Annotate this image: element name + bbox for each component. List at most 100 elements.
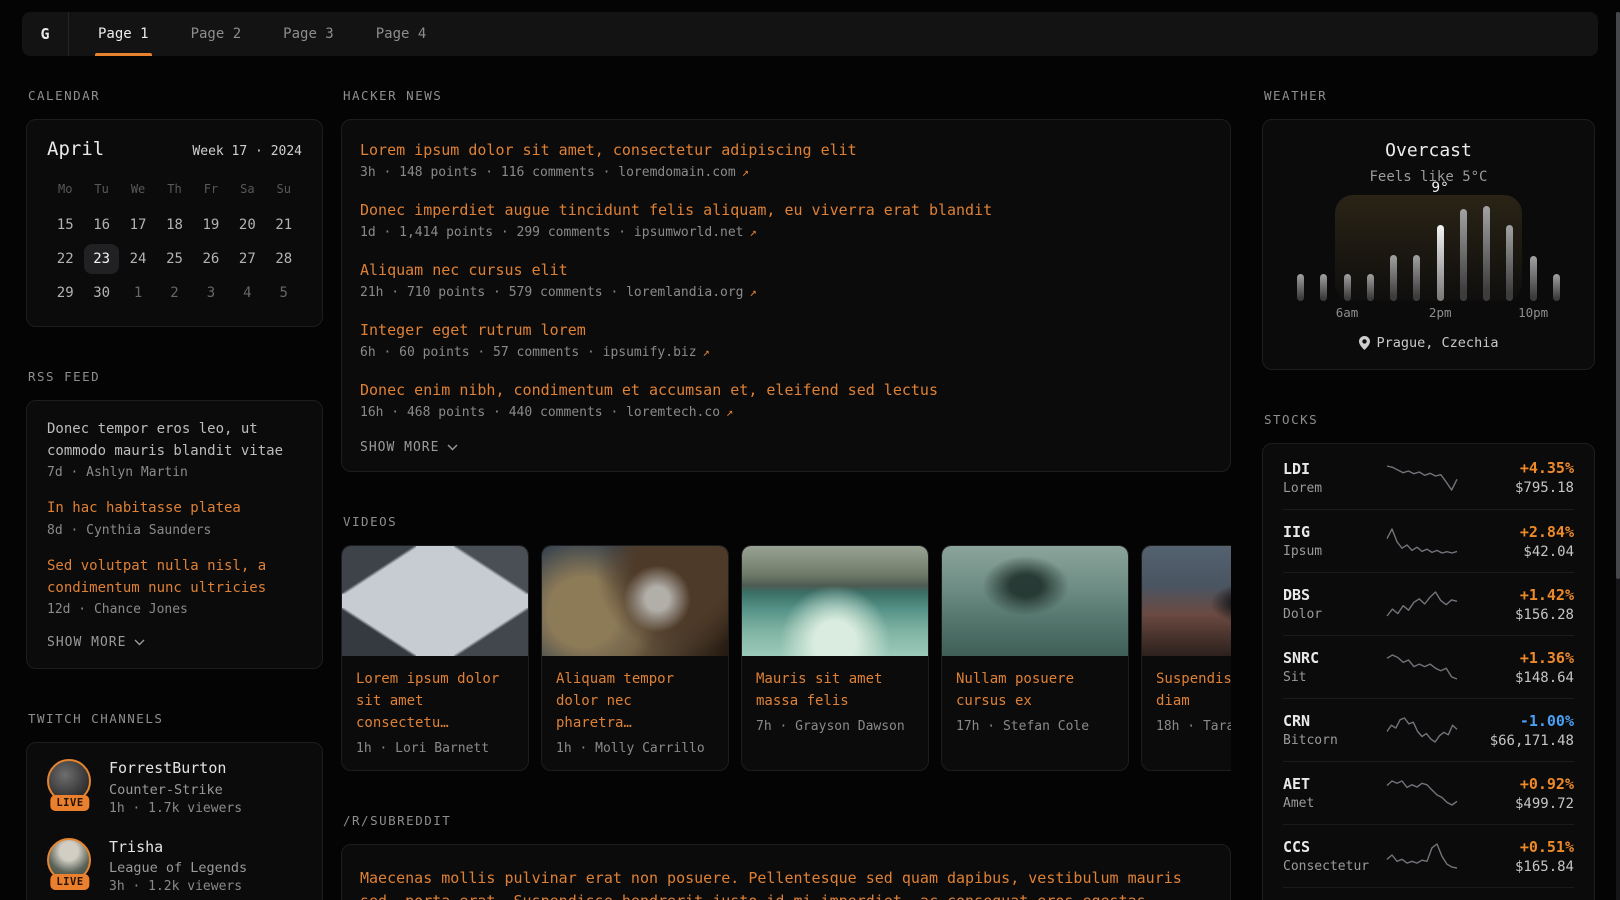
video-card[interactable]: Lorem ipsum dolor sit amet consectetu…1h… — [341, 545, 529, 771]
nav-tab-page-3[interactable]: Page 3 — [280, 12, 337, 56]
calendar-day: 28 — [267, 244, 301, 274]
stock-change: +0.51% — [1464, 838, 1574, 856]
stock-sparkline — [1385, 589, 1459, 619]
video-card[interactable]: Suspendisse tempor diam 18h · Tara Hall — [1141, 545, 1231, 771]
show-more-button[interactable]: SHOW MORE — [360, 440, 1212, 455]
show-more-label: SHOW MORE — [47, 635, 126, 650]
subreddit-card: Maecenas mollis pulvinar erat non posuer… — [341, 844, 1231, 900]
weather-bar-slot — [1390, 203, 1397, 301]
twitch-channel-forrestburton[interactable]: LIVEForrestBurtonCounter-Strike1h · 1.7k… — [47, 759, 302, 816]
stock-row-iig[interactable]: IIGIpsum+2.84%$42.04 — [1283, 509, 1574, 572]
stocks-section-label: STOCKS — [1264, 412, 1595, 427]
rss-item-title[interactable]: In hac habitasse platea — [47, 498, 302, 520]
stock-row-snrc[interactable]: SNRCSit+1.36%$148.64 — [1283, 635, 1574, 698]
rss-widget: RSS FEED Donec tempor eros leo, ut commo… — [26, 369, 323, 669]
calendar-day: 29 — [48, 278, 82, 308]
weather-widget: WEATHER Overcast Feels like 5°C 9° 6am2p… — [1262, 88, 1595, 370]
hackernews-item-meta: 3h · 148 points · 116 comments · loremdo… — [360, 165, 1212, 180]
stock-sparkline — [1385, 463, 1459, 493]
rss-item-title[interactable]: Sed volutpat nulla nisl, a condimentum n… — [47, 556, 302, 599]
stock-sparkline — [1385, 652, 1459, 682]
video-title[interactable]: Suspendisse tempor diam — [1156, 671, 1231, 709]
stock-ticker: LDI — [1283, 460, 1379, 478]
weather-bar-slot — [1460, 203, 1467, 301]
subreddit-post-title[interactable]: Maecenas mollis pulvinar erat non posuer… — [360, 867, 1210, 900]
weather-card: Overcast Feels like 5°C 9° 6am2pm10pm Pr… — [1262, 119, 1595, 370]
weather-bar — [1413, 255, 1420, 301]
stock-row-crn[interactable]: CRNBitcorn-1.00%$66,171.48 — [1283, 698, 1574, 761]
stock-row-ccs[interactable]: CCSConsectetur+0.51%$165.84 — [1283, 824, 1574, 887]
calendar-day-selected: 23 — [84, 244, 118, 274]
calendar-day: 27 — [230, 244, 264, 274]
stock-name: Consectetur — [1283, 859, 1379, 874]
stock-identity: CCS Consectetur — [1283, 838, 1379, 874]
video-card[interactable]: Nullam posuere cursus ex 17h · Stefan Col… — [941, 545, 1129, 771]
calendar-day: 20 — [230, 210, 264, 240]
twitch-widget: TWITCH CHANNELS LIVEForrestBurtonCounter… — [26, 711, 323, 900]
rss-item-meta: 7d · Ashlyn Martin — [47, 465, 302, 480]
video-title[interactable]: Aliquam tempor dolor nec pharetra… — [556, 671, 674, 731]
stock-identity: SNRCSit — [1283, 649, 1379, 685]
stock-identity: DBSDolor — [1283, 586, 1379, 622]
show-more-button[interactable]: SHOW MORE — [47, 635, 302, 650]
weather-hour-label: 10pm — [1518, 305, 1548, 320]
stock-row-ahs[interactable]: AHS+0.46% — [1283, 887, 1574, 900]
video-meta: 18h · Tara Hall — [1156, 719, 1231, 734]
hackernews-item-title[interactable]: Aliquam nec cursus elit — [360, 260, 1212, 281]
stock-price: $499.72 — [1464, 796, 1574, 812]
stock-ticker: SNRC — [1283, 649, 1379, 667]
weather-current-temp: 9° — [1431, 180, 1448, 196]
calendar-day: 4 — [230, 278, 264, 308]
video-title[interactable]: Mauris sit amet massa felis — [756, 671, 882, 709]
weekday-label: Mo — [47, 176, 83, 204]
external-link-icon[interactable]: ↗ — [750, 285, 757, 299]
stock-sparkline — [1385, 778, 1459, 808]
weather-bar — [1460, 209, 1467, 301]
hackernews-item-title[interactable]: Integer eget rutrum lorem — [360, 320, 1212, 341]
stock-ticker: AET — [1283, 775, 1379, 793]
rss-item-title[interactable]: Donec tempor eros leo, ut commodo mauris… — [47, 419, 302, 462]
weather-location-row: Prague, Czechia — [1289, 335, 1568, 351]
chevron-down-icon — [447, 444, 458, 451]
hackernews-item-title[interactable]: Donec imperdiet augue tincidunt felis al… — [360, 200, 1212, 221]
weather-bar — [1530, 256, 1537, 301]
stock-row-aet[interactable]: AETAmet+0.92%$499.72 — [1283, 761, 1574, 824]
stock-name: Lorem — [1283, 481, 1379, 496]
app-logo[interactable]: G — [22, 12, 69, 56]
nav-tab-page-1[interactable]: Page 1 — [95, 12, 152, 56]
stock-values: +0.92%$499.72 — [1464, 775, 1574, 812]
video-title[interactable]: Lorem ipsum dolor sit amet consectetu… — [356, 671, 499, 731]
stock-row-ldi[interactable]: LDILorem+4.35%$795.18 — [1283, 446, 1574, 509]
page-scrollbar[interactable] — [1616, 12, 1620, 900]
weather-bar — [1437, 225, 1444, 301]
calendar-day: 3 — [194, 278, 228, 308]
external-link-icon[interactable]: ↗ — [703, 345, 710, 359]
video-meta: 17h · Stefan Cole — [956, 719, 1114, 734]
nav-tab-page-2[interactable]: Page 2 — [188, 12, 245, 56]
stock-ticker: CCS — [1283, 838, 1379, 856]
hackernews-item-title[interactable]: Donec enim nibh, condimentum et accumsan… — [360, 380, 1212, 401]
external-link-icon[interactable]: ↗ — [726, 405, 733, 419]
stock-name: Ipsum — [1283, 544, 1379, 559]
twitch-channel-trisha[interactable]: LIVETrishaLeague of Legends3h · 1.2k vie… — [47, 838, 302, 895]
weather-bar-slot: 9° — [1437, 203, 1444, 301]
stock-row-dbs[interactable]: DBSDolor+1.42%$156.28 — [1283, 572, 1574, 635]
weather-bar-slot — [1483, 203, 1490, 301]
weather-bar — [1553, 274, 1560, 301]
rss-card: Donec tempor eros leo, ut commodo mauris… — [26, 400, 323, 669]
weather-bar — [1506, 225, 1513, 301]
calendar-day: 19 — [194, 210, 228, 240]
video-card[interactable]: Aliquam tempor dolor nec pharetra…1h · M… — [541, 545, 729, 771]
hackernews-item-title[interactable]: Lorem ipsum dolor sit amet, consectetur … — [360, 140, 1212, 161]
external-link-icon[interactable]: ↗ — [742, 165, 749, 179]
external-link-icon[interactable]: ↗ — [750, 225, 757, 239]
stocks-widget: STOCKS LDILorem+4.35%$795.18IIGIpsum+2.8… — [1262, 412, 1595, 900]
video-card[interactable]: Mauris sit amet massa felis7h · Grayson … — [741, 545, 929, 771]
weekday-label: Su — [266, 176, 302, 204]
page-scrollbar-thumb[interactable] — [1616, 12, 1620, 579]
stock-change: +1.36% — [1464, 649, 1574, 667]
nav-tab-page-4[interactable]: Page 4 — [373, 12, 430, 56]
weather-bar-slot — [1344, 203, 1351, 301]
video-title[interactable]: Nullam posuere cursus ex — [956, 671, 1074, 709]
rss-section-label: RSS FEED — [28, 369, 323, 384]
